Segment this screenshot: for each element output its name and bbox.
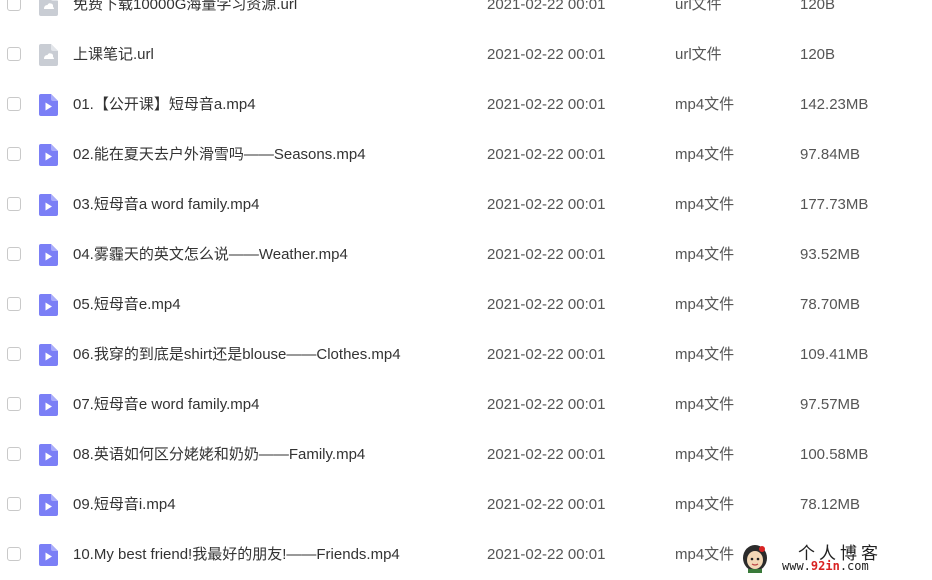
- file-row[interactable]: 09.短母音i.mp4 2021-02-22 00:01 mp4文件 78.12MB: [0, 480, 932, 530]
- file-date: 2021-02-22 00:01: [487, 546, 606, 563]
- file-name[interactable]: 07.短母音e word family.mp4: [73, 396, 259, 414]
- watermark-url-suffix: .com: [839, 559, 869, 573]
- video-file-icon: [38, 94, 58, 116]
- row-checkbox[interactable]: [7, 0, 21, 11]
- file-size: 109.41MB: [800, 346, 869, 363]
- file-row[interactable]: 04.雾霾天的英文怎么说——Weather.mp4 2021-02-22 00:0…: [0, 230, 932, 280]
- file-type: url文件: [675, 46, 722, 63]
- file-row[interactable]: 07.短母音e word family.mp4 2021-02-22 00:01 m…: [0, 380, 932, 430]
- file-row[interactable]: 08.英语如何区分姥姥和奶奶——Family.mp4 2021-02-22 00:…: [0, 430, 932, 480]
- file-name[interactable]: 03.短母音a word family.mp4: [73, 196, 259, 214]
- row-checkbox[interactable]: [7, 347, 21, 361]
- video-file-icon: [38, 344, 58, 366]
- file-size: 120B: [800, 46, 836, 63]
- file-size: 97.84MB: [800, 146, 861, 163]
- file-name[interactable]: 02.能在夏天去户外滑雪吗——Seasons.mp4: [73, 146, 366, 164]
- file-name[interactable]: 09.短母音i.mp4: [73, 496, 176, 514]
- file-list: 免费下载10000G海量学习资源.url 2021-02-22 00:01 url文…: [0, 0, 932, 580]
- video-file-icon: [38, 144, 58, 166]
- file-name[interactable]: 05.短母音e.mp4: [73, 296, 181, 314]
- file-size: 78.12MB: [800, 496, 861, 513]
- file-date: 2021-02-22 00:01: [487, 246, 606, 263]
- row-checkbox[interactable]: [7, 97, 21, 111]
- file-name[interactable]: 06.我穿的到底是shirt还是blouse——Clothes.mp4: [73, 346, 401, 364]
- file-size: 142.23MB: [800, 96, 869, 113]
- file-type: mp4文件: [675, 346, 735, 363]
- row-checkbox[interactable]: [7, 547, 21, 561]
- file-date: 2021-02-22 00:01: [487, 346, 606, 363]
- file-row[interactable]: 06.我穿的到底是shirt还是blouse——Clothes.mp4 2021-…: [0, 330, 932, 380]
- file-size: 78.70MB: [800, 296, 861, 313]
- file-size: 177.73MB: [800, 196, 869, 213]
- file-type: mp4文件: [675, 146, 735, 163]
- row-checkbox[interactable]: [7, 397, 21, 411]
- file-type: url文件: [675, 0, 722, 13]
- file-date: 2021-02-22 00:01: [487, 146, 606, 163]
- file-name[interactable]: 08.英语如何区分姥姥和奶奶——Family.mp4: [73, 446, 365, 464]
- file-type: mp4文件: [675, 196, 735, 213]
- video-file-icon: [38, 444, 58, 466]
- row-checkbox[interactable]: [7, 447, 21, 461]
- file-date: 2021-02-22 00:01: [487, 196, 606, 213]
- file-type: mp4文件: [675, 496, 735, 513]
- file-date: 2021-02-22 00:01: [487, 0, 606, 13]
- row-checkbox[interactable]: [7, 47, 21, 61]
- file-size: 100.58MB: [800, 446, 869, 463]
- file-name[interactable]: 01.【公开课】短母音a.mp4: [73, 96, 256, 114]
- file-date: 2021-02-22 00:01: [487, 396, 606, 413]
- file-size: 97.57MB: [800, 396, 861, 413]
- watermark: 个人博客 www.92in.com: [736, 538, 926, 576]
- file-name[interactable]: 04.雾霾天的英文怎么说——Weather.mp4: [73, 246, 348, 264]
- cartoon-avatar-icon: [740, 541, 770, 573]
- file-row[interactable]: 上课笔记.url 2021-02-22 00:01 url文件 120B: [0, 30, 932, 80]
- file-row[interactable]: 01.【公开课】短母音a.mp4 2021-02-22 00:01 mp4文件 142…: [0, 80, 932, 130]
- file-type: mp4文件: [675, 446, 735, 463]
- file-date: 2021-02-22 00:01: [487, 96, 606, 113]
- file-size: 93.52MB: [800, 246, 861, 263]
- url-file-icon: [38, 44, 58, 66]
- file-row[interactable]: 02.能在夏天去户外滑雪吗——Seasons.mp4 2021-02-22 00:…: [0, 130, 932, 180]
- row-checkbox[interactable]: [7, 297, 21, 311]
- row-checkbox[interactable]: [7, 147, 21, 161]
- video-file-icon: [38, 244, 58, 266]
- file-date: 2021-02-22 00:01: [487, 296, 606, 313]
- file-size: 120B: [800, 0, 836, 13]
- row-checkbox[interactable]: [7, 247, 21, 261]
- watermark-url-prefix: www.: [782, 559, 811, 573]
- watermark-url: www.92in.com: [782, 559, 869, 573]
- file-type: mp4文件: [675, 546, 735, 563]
- video-file-icon: [38, 544, 58, 566]
- file-date: 2021-02-22 00:01: [487, 46, 606, 63]
- row-checkbox[interactable]: [7, 497, 21, 511]
- file-type: mp4文件: [675, 246, 735, 263]
- video-file-icon: [38, 194, 58, 216]
- file-row[interactable]: 05.短母音e.mp4 2021-02-22 00:01 mp4文件 78.70MB: [0, 280, 932, 330]
- file-name[interactable]: 免费下载10000G海量学习资源.url: [73, 0, 297, 14]
- file-date: 2021-02-22 00:01: [487, 446, 606, 463]
- file-type: mp4文件: [675, 296, 735, 313]
- watermark-url-highlight: 92in: [810, 559, 840, 573]
- file-row[interactable]: 免费下载10000G海量学习资源.url 2021-02-22 00:01 url文…: [0, 0, 932, 30]
- file-row[interactable]: 03.短母音a word family.mp4 2021-02-22 00:01 m…: [0, 180, 932, 230]
- file-type: mp4文件: [675, 396, 735, 413]
- file-name[interactable]: 上课笔记.url: [73, 46, 154, 64]
- file-name[interactable]: 10.My best friend!我最好的朋友!——Friends.mp4: [73, 546, 400, 564]
- row-checkbox[interactable]: [7, 197, 21, 211]
- file-type: mp4文件: [675, 96, 735, 113]
- video-file-icon: [38, 294, 58, 316]
- file-date: 2021-02-22 00:01: [487, 496, 606, 513]
- video-file-icon: [38, 394, 58, 416]
- video-file-icon: [38, 494, 58, 516]
- url-file-icon: [38, 0, 58, 16]
